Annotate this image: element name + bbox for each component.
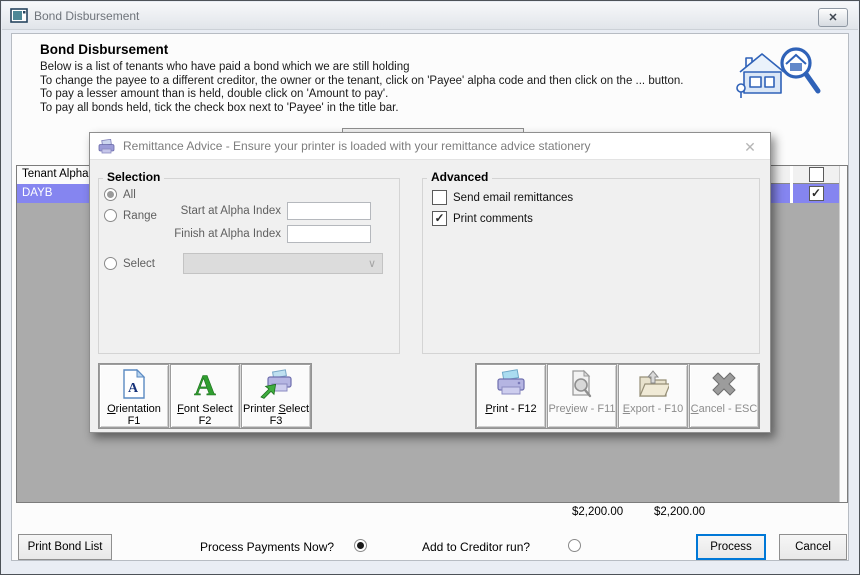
total-amount-to-pay: $2,200.00 — [654, 506, 706, 518]
instruction-line: To pay a lesser amount than is held, dou… — [40, 88, 389, 100]
advanced-legend: Advanced — [427, 170, 493, 184]
cancel-dialog-button[interactable]: Cancel - ESC — [689, 364, 759, 428]
printer-select-icon — [260, 369, 292, 399]
printer-select-button[interactable]: Printer Select F3 — [241, 364, 311, 428]
print-comments-label: Print comments — [453, 212, 533, 225]
send-email-label: Send email remittances — [453, 191, 574, 204]
font-select-button[interactable]: A Font Select F2 — [170, 364, 240, 428]
preview-icon — [572, 369, 592, 398]
house-magnifier-logo — [736, 47, 821, 98]
svg-text:A: A — [128, 381, 139, 396]
selection-group: Selection All Range Start at Alpha Index… — [98, 170, 400, 354]
start-alpha-input[interactable] — [287, 202, 371, 220]
printer-icon — [98, 138, 115, 153]
select-radio-label: Select — [123, 257, 155, 270]
add-creditor-label: Add to Creditor run? — [422, 540, 531, 554]
cancel-x-icon — [712, 372, 736, 396]
table-scrollbar[interactable] — [839, 166, 847, 502]
all-radio[interactable] — [104, 188, 117, 201]
instruction-line: Below is a list of tenants who have paid… — [40, 61, 410, 73]
start-alpha-label: Start at Alpha Index — [180, 205, 281, 217]
print-button[interactable]: Print - F12 — [476, 364, 546, 428]
preview-button[interactable]: Preview - F11 — [547, 364, 617, 428]
selection-legend: Selection — [103, 170, 165, 184]
row-checkbox[interactable] — [808, 186, 824, 201]
bond-disbursement-window: Bond Disbursement ✕ Bond Disbursement Be… — [0, 0, 860, 575]
cell-tenant-alpha[interactable]: DAYB — [17, 184, 92, 203]
svg-text:A: A — [194, 369, 216, 399]
close-icon: ✕ — [828, 12, 838, 24]
finish-alpha-label: Finish at Alpha Index — [174, 228, 281, 240]
window-close-button[interactable]: ✕ — [818, 8, 848, 27]
close-icon: ✕ — [744, 138, 756, 155]
print-icon — [497, 369, 525, 395]
finish-alpha-input[interactable] — [287, 225, 371, 243]
print-bond-list-button[interactable]: Print Bond List — [18, 534, 112, 560]
dialog-close-button[interactable]: ✕ — [740, 137, 760, 157]
select-radio[interactable] — [104, 257, 117, 270]
range-radio[interactable] — [104, 209, 117, 222]
dialog-titlebar[interactable]: Remittance Advice - Ensure your printer … — [90, 133, 770, 160]
check-all-header-cell — [793, 166, 839, 184]
send-email-checkbox[interactable] — [432, 190, 447, 205]
process-payments-radio[interactable] — [354, 539, 367, 552]
all-radio-label: All — [123, 188, 136, 201]
row-check-cell — [793, 184, 839, 203]
instruction-line: To change the payee to a different credi… — [40, 74, 684, 87]
advanced-group: Advanced Send email remittances Print co… — [422, 170, 760, 354]
add-creditor-radio[interactable] — [568, 539, 581, 552]
remittance-advice-dialog: Remittance Advice - Ensure your printer … — [89, 132, 771, 433]
check-all-checkbox[interactable] — [808, 167, 824, 182]
cancel-button[interactable]: Cancel — [779, 534, 847, 560]
instructions-text: Below is a list of tenants who have paid… — [40, 61, 684, 115]
font-letter-icon: A — [194, 369, 217, 399]
page-title: Bond Disbursement — [40, 42, 169, 57]
format-button-group: A Orientation F1 A Font Select F2 Printe… — [98, 363, 312, 429]
select-dropdown[interactable]: ∨ — [183, 253, 383, 274]
window-icon — [10, 8, 28, 23]
process-button[interactable]: Process — [696, 534, 766, 560]
export-icon — [639, 370, 669, 397]
column-header-tenant-alpha: Tenant Alpha — [17, 166, 92, 184]
action-button-group: Print - F12 Preview - F11 Export - F10 C… — [475, 363, 760, 429]
chevron-down-icon: ∨ — [367, 258, 376, 270]
export-button[interactable]: Export - F10 — [618, 364, 688, 428]
orientation-button[interactable]: A Orientation F1 — [99, 364, 169, 428]
dialog-title: Remittance Advice - Ensure your printer … — [123, 139, 591, 153]
window-titlebar[interactable]: Bond Disbursement ✕ — [2, 2, 858, 30]
orientation-page-icon: A — [123, 369, 146, 399]
print-comments-checkbox[interactable] — [432, 211, 447, 226]
process-payments-label: Process Payments Now? — [200, 540, 335, 554]
window-title: Bond Disbursement — [34, 8, 140, 23]
instruction-line: To pay all bonds held, tick the check bo… — [40, 101, 399, 114]
total-amount-held: $2,200.00 — [572, 506, 624, 518]
